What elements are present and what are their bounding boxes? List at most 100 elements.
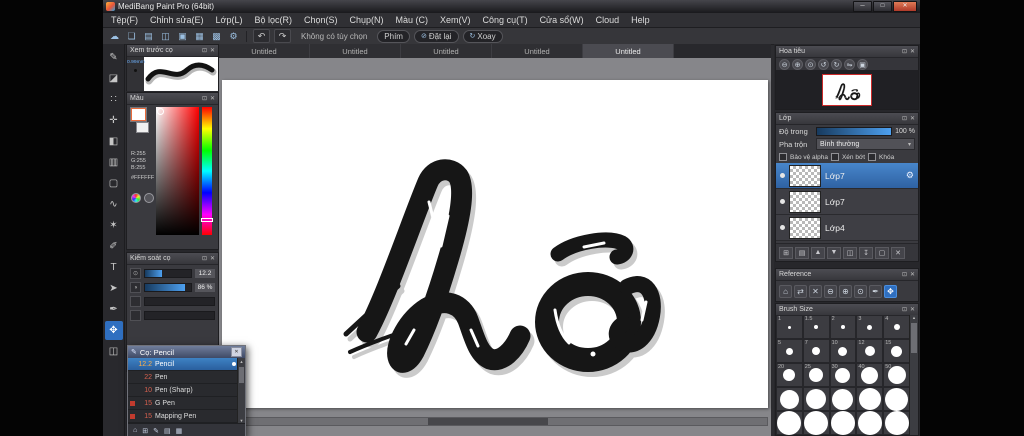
brush-setting-slider[interactable] xyxy=(144,297,215,306)
layer-opacity-slider[interactable] xyxy=(816,127,893,136)
brush-row-selected[interactable]: 12.2 Pencil xyxy=(128,358,238,371)
add-brush-icon[interactable]: ⊞ xyxy=(142,427,148,435)
tab-untitled-1[interactable]: Untitled xyxy=(219,44,310,58)
brush-row[interactable]: 15 G Pen xyxy=(128,397,238,410)
cloud-icon[interactable]: ☁ xyxy=(108,30,121,43)
panel-close-icon[interactable]: ✕ xyxy=(210,256,215,262)
navigator-header[interactable]: Hoa tiêu ⊡ ✕ xyxy=(776,46,918,58)
zoom-out-icon[interactable]: ⊖ xyxy=(779,59,790,70)
scroll-up-icon[interactable]: ▲ xyxy=(910,315,918,320)
brush-row[interactable]: 22 Pen xyxy=(128,371,238,384)
tool-brush[interactable]: ✎ xyxy=(105,48,123,67)
home-icon[interactable]: ⌂ xyxy=(133,427,137,434)
clipping-checkbox[interactable] xyxy=(830,153,839,161)
brush-window-titlebar[interactable]: ✎ Cọ: Pencil ✕ xyxy=(128,346,245,358)
color-panel-header[interactable]: Màu ⊡ ✕ xyxy=(127,93,218,105)
brush-size-cell[interactable]: 5 xyxy=(776,339,803,363)
menu-chon[interactable]: Chọn(S) xyxy=(298,13,344,27)
phim-button[interactable]: Phím xyxy=(377,29,410,43)
layer-row[interactable]: Lớp7 xyxy=(776,189,918,215)
tool-eyedropper[interactable]: ✒ xyxy=(105,300,123,319)
panel-close-icon[interactable]: ✕ xyxy=(210,48,215,54)
tool-dot[interactable]: ∷ xyxy=(105,90,123,109)
zoom-in-icon[interactable]: ⊕ xyxy=(839,285,852,298)
canvas-viewport[interactable] xyxy=(219,58,771,436)
brush-window-close-icon[interactable]: ✕ xyxy=(231,347,242,357)
brush-size-cell[interactable]: 7 xyxy=(802,339,830,363)
scrollbar-thumb[interactable] xyxy=(911,323,917,353)
menu-cong-cu[interactable]: Công cụ(T) xyxy=(477,13,534,27)
tool-magic-wand[interactable]: ✶ xyxy=(105,216,123,235)
canvas-artwork[interactable] xyxy=(222,80,768,408)
panel-float-icon[interactable]: ⊡ xyxy=(902,272,907,278)
panel-float-icon[interactable]: ⊡ xyxy=(202,48,207,54)
brush-control-header[interactable]: Kiểm soát cọ ⊡ ✕ xyxy=(127,253,218,265)
scroll-up-icon[interactable]: ▲ xyxy=(238,359,245,364)
panel-float-icon[interactable]: ⊡ xyxy=(902,116,907,122)
tool-text[interactable]: T xyxy=(105,258,123,277)
brush-size-cell[interactable]: 1 xyxy=(776,315,803,339)
move-layer-down-icon[interactable]: ▼ xyxy=(827,246,841,259)
tool-divide[interactable]: ◫ xyxy=(105,342,123,361)
brush-size-cell[interactable] xyxy=(802,387,830,411)
panel-close-icon[interactable]: ✕ xyxy=(910,49,915,55)
visibility-icon[interactable] xyxy=(780,173,785,178)
brush-folder-icon[interactable]: ▤ xyxy=(164,427,171,435)
tool-move[interactable]: ✛ xyxy=(105,111,123,130)
brush-size-cell[interactable]: 15 xyxy=(883,339,910,363)
menu-bo-loc[interactable]: Bộ lọc(R) xyxy=(248,13,298,27)
color-wheel-icon[interactable] xyxy=(131,193,141,203)
brush-size-cell[interactable]: 4 xyxy=(883,315,910,339)
panel-float-icon[interactable]: ⊡ xyxy=(902,307,907,313)
menu-tep[interactable]: Tệp(F) xyxy=(105,13,144,27)
background-color-swatch[interactable] xyxy=(136,122,149,133)
brush-size-cell[interactable]: 50 xyxy=(883,363,910,387)
brush-size-cell[interactable]: 1.5 xyxy=(802,315,830,339)
scrollbar-thumb[interactable] xyxy=(428,418,548,425)
layer-settings-gear-icon[interactable]: ⚙ xyxy=(906,170,914,181)
tab-untitled-4[interactable]: Untitled xyxy=(492,44,583,58)
alpha-lock-checkbox[interactable] xyxy=(779,153,787,161)
zoom-in-icon[interactable]: ⊕ xyxy=(792,59,803,70)
menu-chinh-sua[interactable]: Chỉnh sửa(E) xyxy=(144,13,210,27)
close-reference-icon[interactable]: ✕ xyxy=(809,285,822,298)
add-layer-icon[interactable]: ⊞ xyxy=(779,246,793,259)
brush-size-cell[interactable] xyxy=(829,387,857,411)
tool-hand[interactable]: ✥ xyxy=(104,321,123,340)
tab-untitled-3[interactable]: Untitled xyxy=(401,44,492,58)
merge-down-icon[interactable]: ↧ xyxy=(859,246,873,259)
layers-header[interactable]: Lớp ⊡ ✕ xyxy=(776,113,918,125)
brush-size-cell[interactable]: 10 xyxy=(829,339,857,363)
zoom-reset-icon[interactable]: ⊙ xyxy=(854,285,867,298)
material-icon[interactable]: ▩ xyxy=(210,30,223,43)
brush-list-scrollbar[interactable]: ▲ ▼ xyxy=(237,358,245,424)
rotate-left-icon[interactable]: ↺ xyxy=(818,59,829,70)
lock-checkbox[interactable] xyxy=(868,153,877,161)
sv-marker[interactable] xyxy=(157,108,164,115)
menu-cloud[interactable]: Cloud xyxy=(590,13,626,27)
brush-opacity-slider[interactable] xyxy=(144,283,192,292)
brush-menu-icon[interactable]: ▦ xyxy=(176,427,183,435)
panel-float-icon[interactable]: ⊡ xyxy=(202,256,207,262)
navigator-view-rect[interactable] xyxy=(822,73,872,106)
menu-mau[interactable]: Màu (C) xyxy=(390,13,435,27)
tool-select[interactable]: ▢ xyxy=(105,174,123,193)
panel-float-icon[interactable]: ⊡ xyxy=(902,49,907,55)
eyedropper-icon[interactable]: ✒ xyxy=(869,285,882,298)
brush-size-cell[interactable]: 12 xyxy=(856,339,884,363)
export-icon[interactable]: ◫ xyxy=(159,30,172,43)
menu-xem[interactable]: Xem(V) xyxy=(434,13,477,27)
blend-mode-select[interactable]: Bình thường ▾ xyxy=(816,138,915,150)
tool-gradient[interactable]: ▥ xyxy=(105,153,123,172)
clear-layer-icon[interactable]: ▢ xyxy=(875,246,889,259)
tool-operation[interactable]: ➤ xyxy=(105,279,123,298)
menu-help[interactable]: Help xyxy=(625,13,656,27)
saturation-value-square[interactable] xyxy=(156,107,199,235)
canvas-page[interactable] xyxy=(222,80,768,408)
foreground-color-swatch[interactable] xyxy=(131,108,146,121)
brush-size-scrollbar[interactable]: ▲ xyxy=(909,315,918,435)
dat-lai-button[interactable]: ⊘ Đặt lại xyxy=(413,29,459,43)
brush-size-cell[interactable] xyxy=(856,411,884,435)
panel-close-icon[interactable]: ✕ xyxy=(910,272,915,278)
undo-button[interactable]: ↶ xyxy=(253,29,270,43)
